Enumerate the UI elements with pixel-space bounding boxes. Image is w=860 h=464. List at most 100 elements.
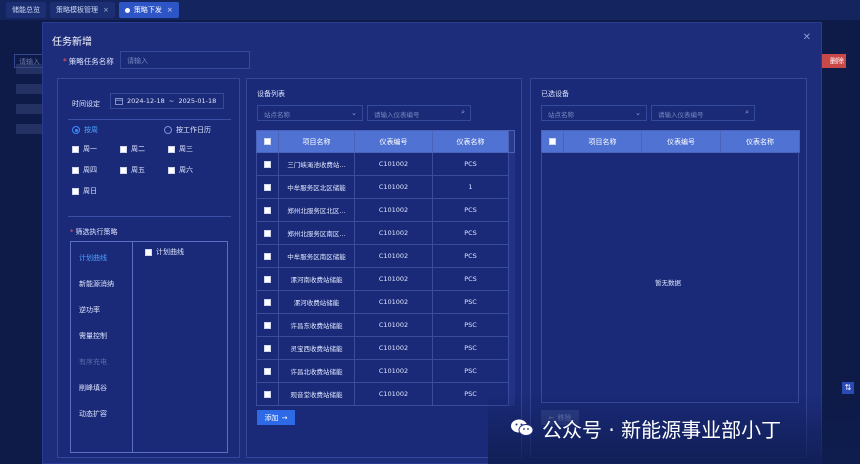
table-row[interactable]: 漯河收费站储能 C101002 PSC (256, 290, 515, 314)
weekday-checkbox-mon[interactable]: 周一 (72, 144, 97, 154)
weekday-checkbox-fri[interactable]: 周五 (120, 165, 145, 175)
weekday-label: 周四 (83, 166, 97, 174)
scrollbar-track (508, 175, 515, 199)
checkbox-icon (264, 138, 271, 145)
table-row[interactable]: 郑州北服务区南区... C101002 PCS (256, 221, 515, 245)
selected-devices-title: 已选设备 (541, 90, 569, 98)
tab-strategy-template[interactable]: 策略模板管理 × (50, 2, 115, 18)
device-list-panel: 设备列表 站点名称 ⌄ 请输入仪表编号 ⌕ 项目名称 仪表编号 仪表名称 三门峡渑池… (246, 78, 522, 458)
table-row[interactable]: 郑州北服务区北区... C101002 PCS (256, 198, 515, 222)
checkbox-icon (264, 298, 271, 306)
mode-label: 按周 (84, 126, 98, 134)
strategy-item-demand-control[interactable]: 需量控制 (79, 331, 107, 341)
checkbox-icon (264, 160, 271, 168)
close-icon[interactable]: × (103, 6, 109, 14)
table-row[interactable]: 许昌北收费站储能 C101002 PSC (256, 359, 515, 383)
meter-search-placeholder: 请输入仪表编号 (658, 111, 704, 119)
row-checkbox[interactable] (256, 359, 279, 383)
checkbox-icon (264, 344, 271, 352)
row-checkbox[interactable] (256, 244, 279, 268)
row-checkbox[interactable] (256, 175, 279, 199)
table-row[interactable]: 观音堂收费站储能 C101002 PSC (256, 382, 515, 406)
row-checkbox[interactable] (256, 382, 279, 406)
weekday-checkbox-wed[interactable]: 周三 (168, 144, 193, 154)
scrollbar-track (508, 336, 515, 360)
strategy-item-dynamic-expansion[interactable]: 动态扩容 (79, 409, 107, 419)
row-checkbox[interactable] (256, 198, 279, 222)
checkbox-icon (264, 390, 271, 398)
date-range-picker[interactable]: 2024-12-18 ~ 2025-01-18 (110, 93, 224, 109)
weekday-checkbox-thu[interactable]: 周四 (72, 165, 97, 175)
close-icon[interactable]: ✕ (803, 32, 811, 43)
mode-weekly-radio[interactable]: 按周 (72, 125, 98, 135)
table-row[interactable]: 漯河南收费站储能 C101002 PCS (256, 267, 515, 291)
checkbox-icon (264, 252, 271, 260)
row-checkbox[interactable] (256, 290, 279, 314)
column-header: 项目名称 (278, 130, 355, 153)
date-range-value: 2024-12-18 ~ 2025-01-18 (127, 97, 217, 105)
row-checkbox[interactable] (256, 313, 279, 337)
meter-number-cell: C101002 (354, 382, 433, 406)
plan-curve-checkbox[interactable]: 计划曲线 (145, 247, 184, 257)
weekday-checkbox-tue[interactable]: 周二 (120, 144, 145, 154)
divider (68, 216, 231, 217)
weekday-checkbox-sun[interactable]: 周日 (72, 186, 97, 196)
station-select[interactable]: 站点名称 ⌄ (257, 105, 363, 121)
checkbox-icon (168, 145, 175, 153)
checkbox-icon (549, 138, 556, 145)
add-button[interactable]: 添加 → (257, 410, 295, 425)
selected-station-select[interactable]: 站点名称 ⌄ (541, 105, 647, 121)
table-row[interactable]: 许昌东收费站储能 C101002 PSC (256, 313, 515, 337)
tab-label: 储能总览 (12, 6, 40, 14)
table-row[interactable]: 灵宝西收费站储能 C101002 PSC (256, 336, 515, 360)
row-checkbox[interactable] (256, 336, 279, 360)
table-row[interactable]: 三门峡渑池收费站... C101002 PCS (256, 152, 515, 176)
chevron-down-icon: ⌄ (635, 109, 641, 117)
task-name-label-text: 策略任务名称 (68, 57, 114, 66)
mode-label: 按工作日历 (176, 126, 211, 134)
empty-state-text: 暂无数据 (655, 279, 681, 287)
checkbox-icon (264, 206, 271, 214)
table-header-row: 项目名称 仪表编号 仪表名称 (256, 130, 515, 153)
strategy-selector: 计划曲线 新能源消纳 逆功率 需量控制 有序充电 削峰填谷 动态扩容 计划曲线 (70, 241, 228, 453)
active-dot-icon (124, 7, 130, 13)
row-checkbox[interactable] (256, 267, 279, 291)
checkbox-icon (120, 166, 127, 174)
background-delete-button[interactable]: 删除 (822, 54, 846, 68)
select-all-checkbox[interactable] (541, 130, 564, 153)
tab-strategy-dispatch[interactable]: 策略下发 × (118, 2, 179, 18)
meter-search-placeholder: 请输入仪表编号 (374, 111, 420, 119)
table-row[interactable]: 中牟服务区北区储能 C101002 1 (256, 175, 515, 199)
mode-calendar-radio[interactable]: 按工作日历 (164, 125, 211, 135)
checkbox-icon (72, 187, 79, 195)
row-checkbox[interactable] (256, 221, 279, 245)
meter-name-cell: PSC (432, 336, 509, 360)
project-name-cell: 灵宝西收费站储能 (278, 336, 355, 360)
row-checkbox[interactable] (256, 152, 279, 176)
weekday-checkbox-sat[interactable]: 周六 (168, 165, 193, 175)
weekday-label: 周六 (179, 166, 193, 174)
scrollbar-header (508, 130, 515, 153)
station-select-placeholder: 站点名称 (548, 111, 574, 119)
meter-number-cell: C101002 (354, 267, 433, 291)
scrollbar-track (508, 198, 515, 222)
select-all-checkbox[interactable] (256, 130, 279, 153)
strategy-item-reverse-power[interactable]: 逆功率 (79, 305, 100, 315)
weekday-label: 周三 (179, 145, 193, 153)
meter-name-cell: PCS (432, 221, 509, 245)
task-name-label: * 策略任务名称 (63, 56, 114, 67)
selected-meter-search-input[interactable]: 请输入仪表编号 ⌕ (651, 105, 755, 121)
table-row[interactable]: 中牟服务区南区储能 C101002 PCS (256, 244, 515, 268)
strategy-filter-label: * 筛选执行策略 (70, 227, 118, 237)
tab-storage-overview[interactable]: 储能总览 (6, 2, 46, 18)
strategy-item-plan-curve[interactable]: 计划曲线 (79, 253, 107, 263)
close-icon[interactable]: × (167, 6, 173, 14)
project-name-cell: 郑州北服务区南区... (278, 221, 355, 245)
meter-search-input[interactable]: 请输入仪表编号 ⌕ (367, 105, 471, 121)
strategy-item-renewable[interactable]: 新能源消纳 (79, 279, 114, 289)
task-name-input[interactable]: 请输入 (120, 51, 250, 69)
device-table: 项目名称 仪表编号 仪表名称 三门峡渑池收费站... C101002 PCS 中牟服务… (256, 130, 515, 406)
strategy-item-peak-shaving[interactable]: 削峰填谷 (79, 383, 107, 393)
weekday-label: 周五 (131, 166, 145, 174)
device-list-title: 设备列表 (257, 90, 285, 98)
